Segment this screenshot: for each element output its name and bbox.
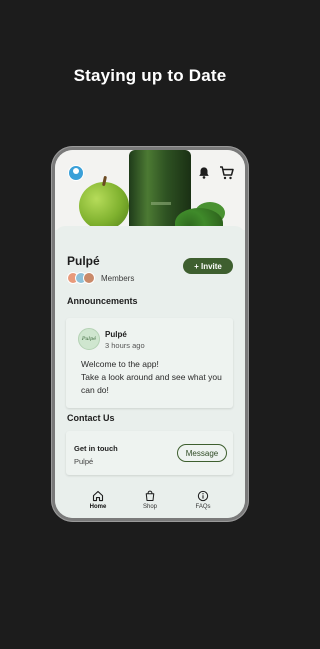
invite-button[interactable]: + Invite: [183, 258, 233, 274]
contact-card: Get in touch Pulpé Message: [66, 431, 233, 475]
info-icon: [197, 490, 209, 502]
nav-label-shop: Shop: [142, 504, 157, 510]
bell-icon[interactable]: [197, 166, 211, 180]
nav-label-home: Home: [89, 504, 107, 510]
nav-item-home[interactable]: Home: [78, 490, 118, 510]
post-body: Welcome to the app! Take a look around a…: [81, 359, 222, 395]
pulpe-logo: Pulpé: [78, 328, 100, 350]
content-panel: Pulpé Members + Invite Announcements Pul…: [55, 226, 245, 486]
members-label: Members: [101, 273, 135, 283]
member-avatar: [83, 272, 95, 284]
phone-frame: Pulpé Members + Invite Announcements Pul…: [51, 146, 249, 522]
headline: Staying up to Date: [73, 66, 227, 85]
hero-image: [55, 150, 245, 230]
nav-item-shop[interactable]: Shop: [130, 490, 170, 510]
announcement-post[interactable]: Pulpé Pulpé 3 hours ago Welcome to the a…: [66, 318, 233, 408]
announcements-title: Announcements: [67, 296, 138, 306]
contact-label: Get in touch: [74, 444, 118, 453]
members-row[interactable]: Members: [67, 271, 134, 285]
cart-icon[interactable]: [219, 165, 235, 181]
post-time: 3 hours ago: [105, 341, 145, 350]
bottle-label: [151, 202, 171, 205]
nav-item-faqs[interactable]: FAQs: [183, 490, 223, 510]
message-button[interactable]: Message: [177, 444, 227, 462]
bag-icon: [145, 490, 155, 502]
apple: [79, 182, 129, 230]
contact-sub: Pulpé: [74, 457, 94, 466]
app-screen: Pulpé Members + Invite Announcements Pul…: [55, 150, 245, 518]
post-author: Pulpé: [105, 330, 127, 339]
home-icon: [92, 490, 104, 502]
contact-title: Contact Us: [67, 413, 115, 423]
profile-avatar-icon[interactable]: [68, 165, 84, 181]
nav-label-faqs: FAQs: [195, 504, 211, 510]
bottom-nav: Home Shop FAQs: [55, 486, 245, 518]
site-name: Pulpé: [67, 254, 100, 268]
